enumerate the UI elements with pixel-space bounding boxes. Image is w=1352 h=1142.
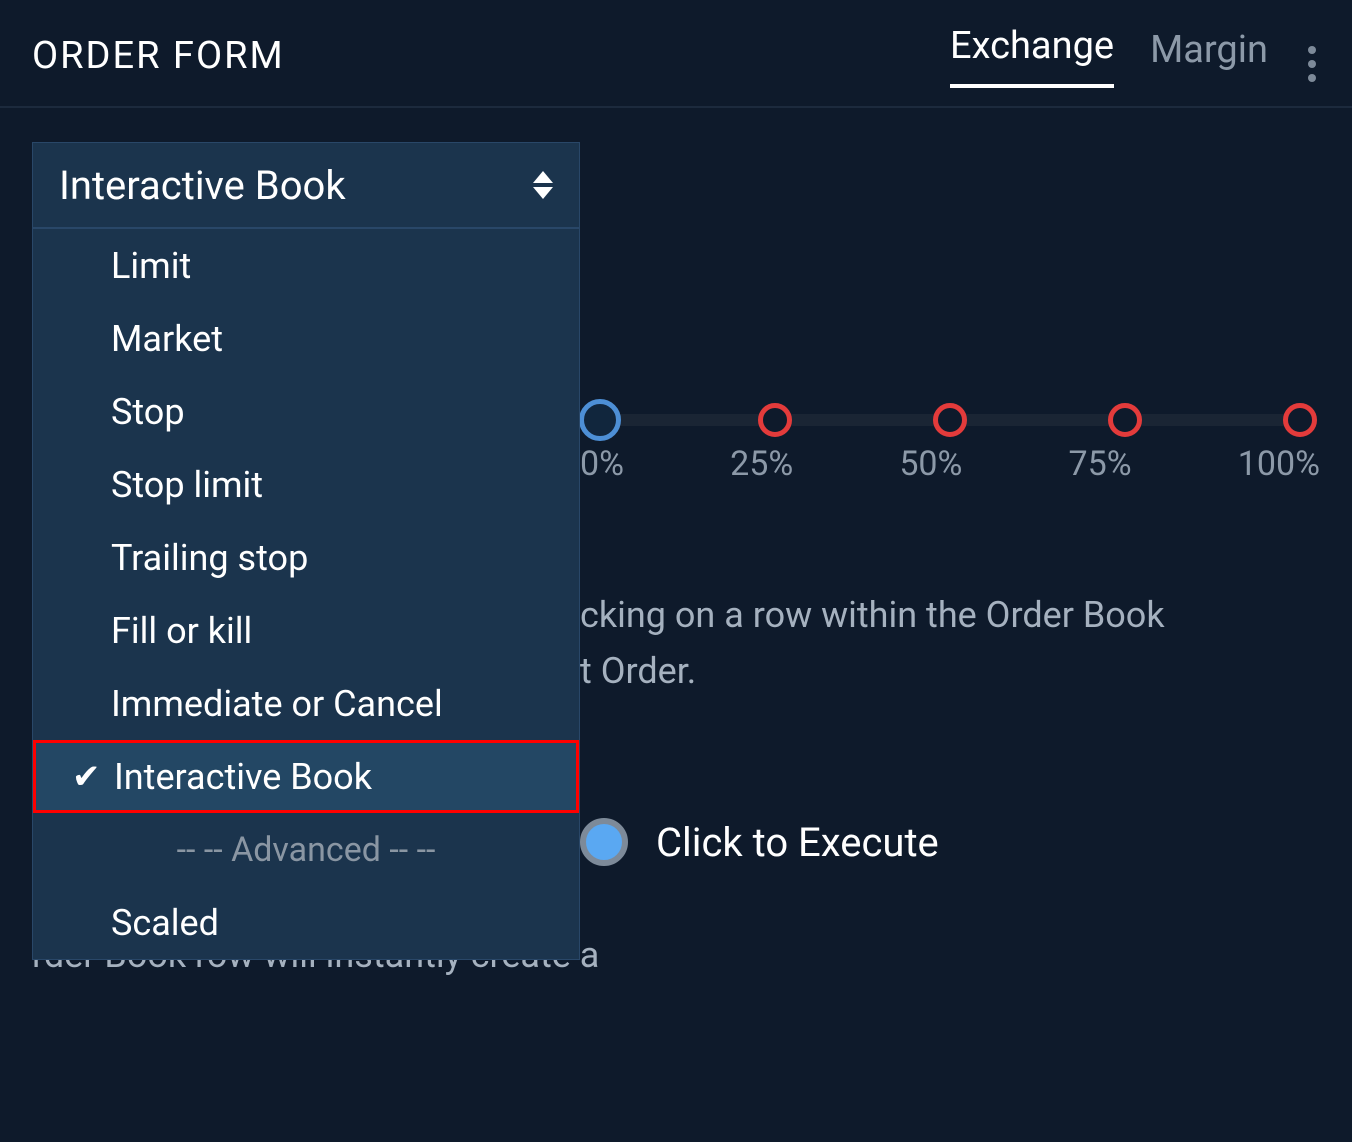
click-to-execute-label: Click to Execute: [656, 819, 939, 866]
order-type-selected-label: Interactive Book: [59, 162, 346, 209]
slider-label-0: 0%: [580, 444, 624, 484]
slider-stop-50[interactable]: [933, 403, 967, 437]
panel-title: ORDER FORM: [32, 34, 285, 78]
option-scaled[interactable]: Scaled: [33, 886, 579, 959]
option-label: Interactive Book: [114, 756, 372, 798]
tab-margin[interactable]: Margin: [1150, 28, 1268, 88]
order-form-panel: ORDER FORM Exchange Margin Interactive B…: [0, 0, 1352, 1142]
click-to-execute-radio[interactable]: [580, 818, 628, 866]
slider-stop-75[interactable]: [1108, 403, 1142, 437]
slider-label-50: 50%: [899, 444, 962, 484]
option-interactive-book[interactable]: ✔ Interactive Book: [33, 740, 579, 813]
execute-mode-row: Click to Execute: [580, 818, 1320, 866]
order-type-description: cking on a row within the Order Book t O…: [580, 588, 1320, 700]
desc-line-2: t Order.: [580, 650, 696, 692]
kebab-menu-icon[interactable]: [1304, 40, 1320, 88]
option-stop[interactable]: Stop: [33, 375, 579, 448]
desc-line-1: cking on a row within the Order Book: [580, 594, 1165, 636]
option-immediate-or-cancel[interactable]: Immediate or Cancel: [33, 667, 579, 740]
option-market[interactable]: Market: [33, 302, 579, 375]
select-caret-icon: [533, 171, 553, 199]
tab-exchange[interactable]: Exchange: [950, 24, 1114, 88]
amount-pct-slider[interactable]: 0% 25% 50% 75% 100%: [580, 414, 1320, 484]
slider-label-25: 25%: [730, 444, 793, 484]
slider-stop-25[interactable]: [758, 403, 792, 437]
option-fill-or-kill[interactable]: Fill or kill: [33, 594, 579, 667]
option-stop-limit[interactable]: Stop limit: [33, 448, 579, 521]
option-trailing-stop[interactable]: Trailing stop: [33, 521, 579, 594]
check-icon: ✔: [72, 757, 101, 797]
order-type-dropdown: Limit Market Stop Stop limit Trailing st…: [32, 228, 580, 960]
slider-stop-0[interactable]: [579, 399, 621, 441]
panel-header: ORDER FORM Exchange Margin: [0, 0, 1352, 108]
slider-stop-100[interactable]: [1283, 403, 1317, 437]
slider-track[interactable]: [600, 414, 1300, 426]
panel-body: Interactive Book Limit Market Stop Stop …: [0, 108, 1352, 228]
option-limit[interactable]: Limit: [33, 229, 579, 302]
dropdown-separator-advanced: -- -- Advanced -- --: [33, 813, 579, 886]
order-type-select[interactable]: Interactive Book: [32, 142, 580, 228]
tab-bar: Exchange Margin: [950, 24, 1320, 88]
slider-label-75: 75%: [1069, 444, 1132, 484]
slider-label-100: 100%: [1238, 444, 1320, 484]
slider-labels: 0% 25% 50% 75% 100%: [580, 444, 1320, 484]
